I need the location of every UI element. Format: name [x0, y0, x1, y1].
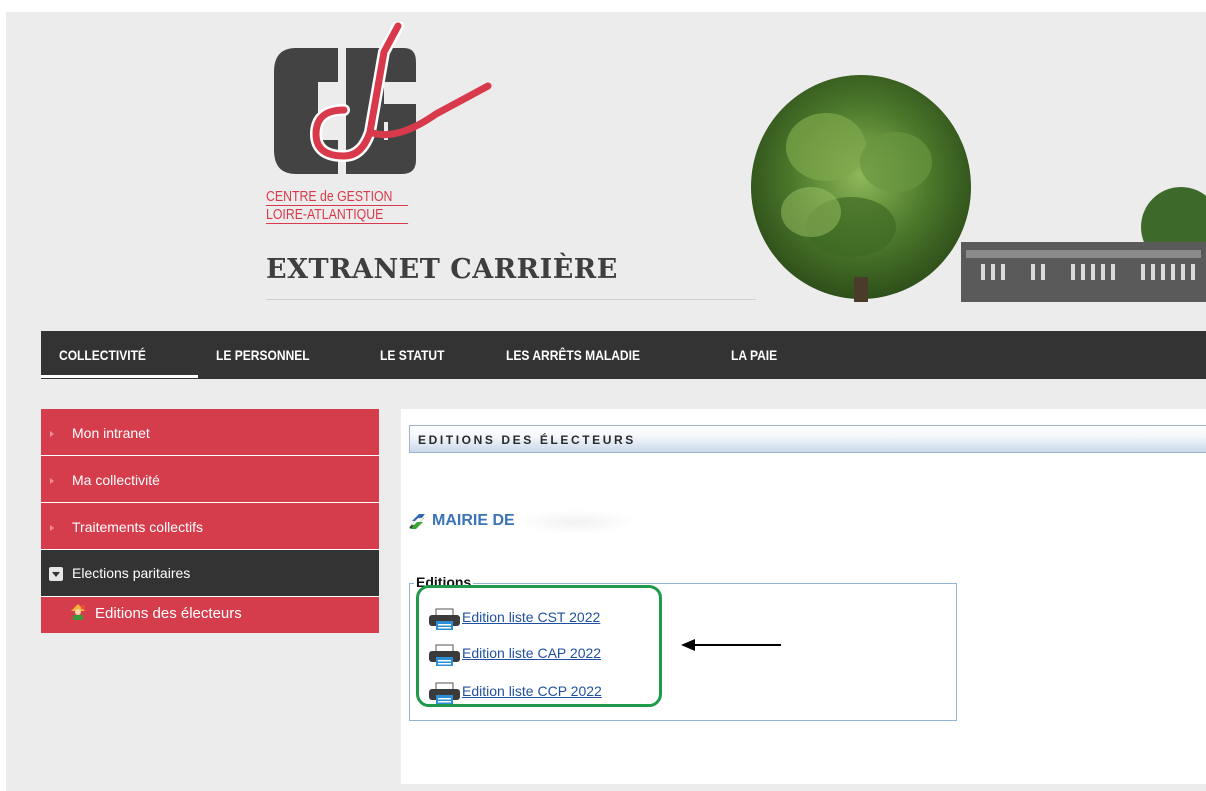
nav-active-indicator: [41, 375, 198, 378]
mairie-label: MAIRIE DE: [432, 512, 515, 529]
sidebar-item-label: Elections paritaires: [72, 565, 191, 581]
chevron-right-icon: [50, 525, 54, 531]
site-title: EXTRANET CARRIÈRE: [266, 254, 618, 285]
sidebar-item-label: Ma collectivité: [72, 472, 160, 488]
sidebar-item-traitements-collectifs[interactable]: Traitements collectifs: [41, 503, 379, 550]
sidebar-subitem-editions-electeurs[interactable]: Editions des électeurs: [41, 597, 379, 633]
sidebar-item-elections-paritaires[interactable]: Elections paritaires: [41, 550, 379, 597]
voters-icon: [71, 604, 85, 620]
chevron-right-icon: [50, 478, 54, 484]
nav-tab-collectivite[interactable]: COLLECTIVITÉ: [59, 331, 146, 379]
chevron-down-icon: [49, 567, 63, 581]
sidebar-subitem-label: Editions des électeurs: [95, 605, 242, 622]
header-tree-image: [751, 75, 1206, 302]
nav-tab-statut[interactable]: LE STATUT: [380, 331, 444, 379]
main-nav: COLLECTIVITÉ LE PERSONNEL LE STATUT LES …: [41, 331, 1206, 379]
highlight-box: [416, 585, 662, 707]
title-divider: [266, 299, 756, 300]
nav-tab-paie[interactable]: LA PAIE: [731, 331, 777, 379]
nav-tab-personnel[interactable]: LE PERSONNEL: [216, 331, 310, 379]
section-title: EDITIONS DES ÉLECTEURS: [418, 433, 636, 447]
sidebar-item-label: Mon intranet: [72, 425, 150, 441]
logo-line-2: LOIRE-ATLANTIQUE: [266, 206, 384, 223]
mairie-flag-icon: [409, 514, 425, 529]
logo-line-1: CENTRE de GESTION: [266, 188, 393, 205]
sidebar-item-mon-intranet[interactable]: Mon intranet: [41, 409, 379, 456]
sidebar: Mon intranet Ma collectivité Traitements…: [41, 409, 379, 633]
nav-tab-arrets-maladie[interactable]: LES ARRÊTS MALADIE: [506, 331, 640, 379]
sidebar-item-ma-collectivite[interactable]: Ma collectivité: [41, 456, 379, 503]
cdg-logo: CENTRE de GESTION LOIRE-ATLANTIQUE: [266, 22, 506, 242]
redacted-name: [516, 509, 636, 535]
logo-underline: [266, 223, 408, 224]
sidebar-item-label: Traitements collectifs: [72, 519, 203, 535]
chevron-right-icon: [50, 431, 54, 437]
arrow-left-icon: [681, 639, 781, 651]
section-header: EDITIONS DES ÉLECTEURS: [409, 425, 1206, 453]
